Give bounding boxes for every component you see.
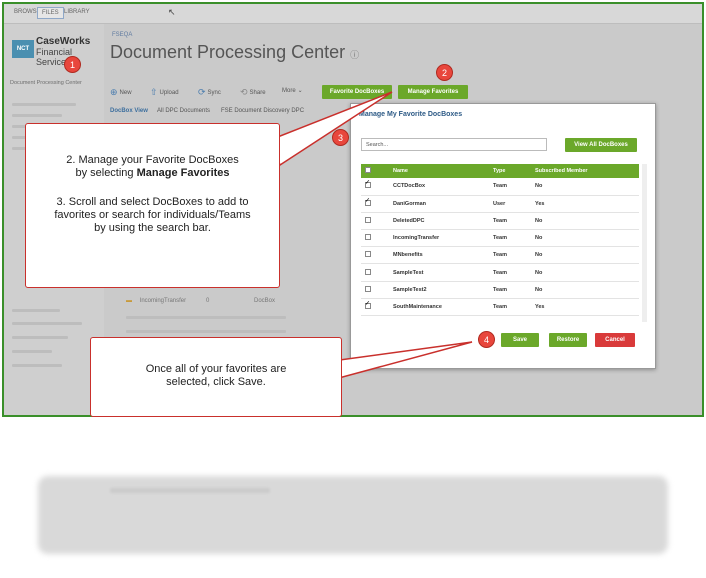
callout-step2: 2. Manage your Favorite DocBoxes by sele… xyxy=(26,154,279,180)
callout-step3: 3. Scroll and select DocBoxes to add to … xyxy=(54,196,251,234)
callout-pointer-top xyxy=(269,91,393,167)
step-badge-2: 2 xyxy=(436,64,453,81)
callout-step2-line2: by selecting xyxy=(75,167,137,179)
callout-step2-line1: 2. Manage your Favorite DocBoxes xyxy=(66,154,239,166)
step-badge-1: 1 xyxy=(64,56,81,73)
step-badge-4: 4 xyxy=(478,331,495,348)
step-badge-3: 3 xyxy=(332,129,349,146)
blurred-text-line xyxy=(110,488,270,493)
callout-instructions: 2. Manage your Favorite DocBoxes by sele… xyxy=(25,123,280,288)
callout-step2-emphasis: Manage Favorites xyxy=(136,167,230,179)
callout-step4: Once all of your favorites are selected,… xyxy=(145,363,287,388)
callout-save: Once all of your favorites are selected,… xyxy=(90,337,342,417)
